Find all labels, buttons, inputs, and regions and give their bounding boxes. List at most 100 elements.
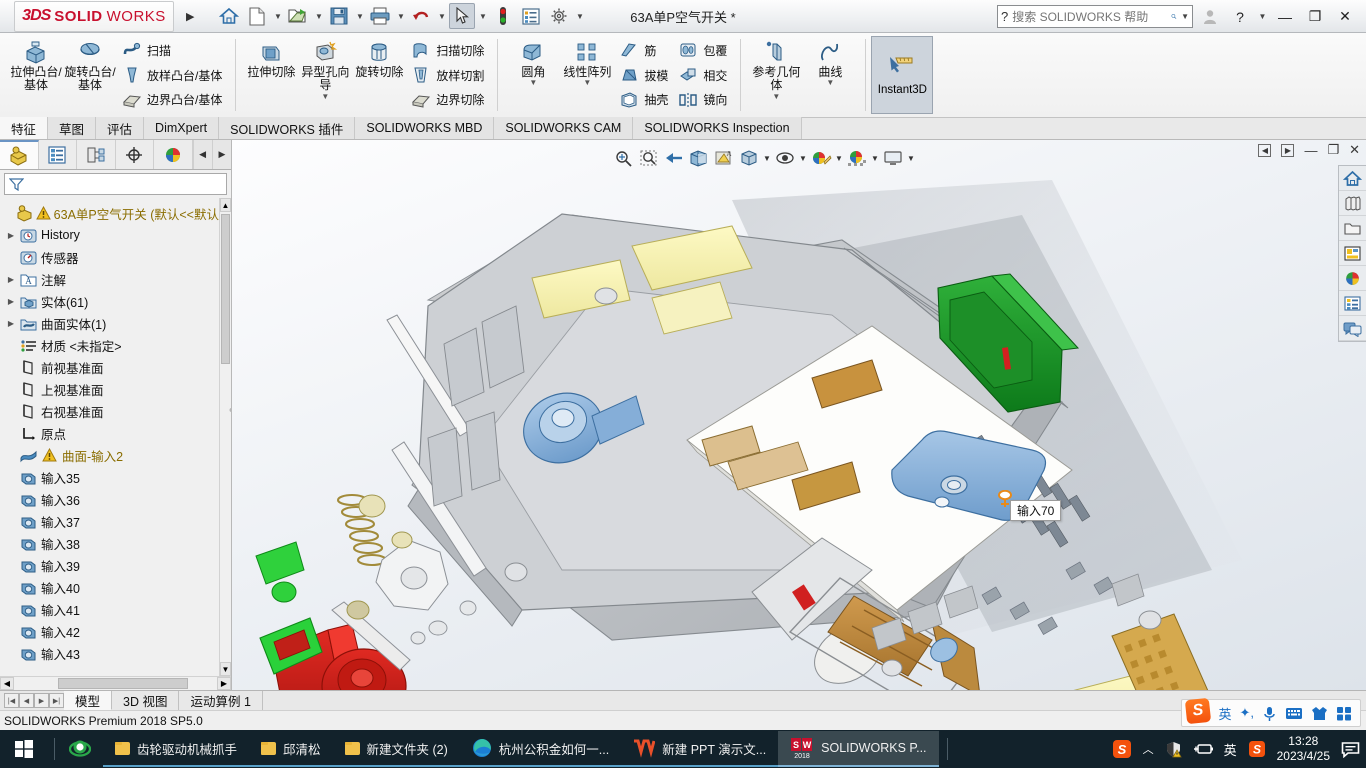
lofted-cut-button[interactable]: 放样切割 (408, 64, 487, 87)
doc-tab-motion-study[interactable]: 运动算例 1 (179, 691, 263, 710)
tree-item-import-36[interactable]: 输入36 (0, 488, 219, 510)
design-library-icon[interactable] (1339, 191, 1366, 216)
tray-chevron-icon[interactable]: ︿ (1143, 741, 1154, 757)
tree-item-import-39[interactable]: 输入39 (0, 554, 219, 576)
taskbar-item-edge-page[interactable]: 杭州公积金如何一... (459, 731, 622, 767)
zoom-to-fit-icon[interactable] (612, 146, 636, 170)
hide-show-dropdown-icon[interactable]: ▼ (798, 154, 808, 163)
tree-item-origin[interactable]: 原点 (0, 422, 219, 444)
display-style-icon[interactable] (737, 146, 761, 170)
filter-input[interactable] (28, 177, 222, 191)
tree-item-top-plane[interactable]: 上视基准面 (0, 378, 219, 400)
skin-icon[interactable] (1311, 706, 1328, 721)
section-view-icon[interactable] (687, 146, 711, 170)
tab-evaluate[interactable]: 评估 (96, 117, 145, 139)
help-icon[interactable]: ? (1227, 4, 1253, 30)
revolve-boss-button[interactable]: 旋转凸台/基体 (63, 35, 117, 115)
boundary-cut-button[interactable]: 边界切除 (408, 88, 487, 111)
restore-button[interactable]: ❐ (1302, 4, 1328, 30)
scroll-left-arrow-icon[interactable]: ◀ (0, 677, 14, 690)
tree-item-import-41[interactable]: 输入41 (0, 598, 219, 620)
curves-button[interactable]: 曲线 ▼ (803, 35, 857, 115)
draft-button[interactable]: 拔模 (616, 64, 671, 87)
taskbar-item-qiuqingsong[interactable]: 邱清松 (249, 731, 333, 767)
tree-item-front-plane[interactable]: 前视基准面 (0, 356, 219, 378)
view-settings-icon[interactable] (881, 146, 905, 170)
taskbar-item-solidworks[interactable]: S W 2018 SOLIDWORKS P... (778, 731, 939, 767)
feature-tree-vertical-scrollbar[interactable]: ▲ ▼ (219, 198, 231, 676)
tray-sogou-icon-2[interactable]: S (1248, 740, 1266, 758)
revolve-cut-button[interactable]: 旋转切除 (352, 35, 406, 115)
tree-twisty[interactable]: ▶ (4, 231, 18, 240)
search-icon[interactable] (1171, 9, 1177, 24)
ime-language-toggle[interactable]: 英 (1218, 704, 1231, 723)
tab-solidworks-mbd[interactable]: SOLIDWORKS MBD (355, 117, 495, 139)
ime-punctuation-toggle[interactable]: ✦, (1239, 705, 1254, 721)
custom-properties-icon[interactable] (1339, 291, 1366, 316)
view-palette-icon[interactable] (1339, 241, 1366, 266)
tab-solidworks-inspection[interactable]: SOLIDWORKS Inspection (633, 117, 802, 139)
tree-twisty[interactable]: ▶ (4, 319, 18, 328)
edit-appearance-icon[interactable] (809, 146, 833, 170)
scroll-down-arrow-icon[interactable]: ▼ (220, 662, 231, 676)
taskbar-item-ie[interactable] (61, 731, 103, 767)
display-manager-tab[interactable] (154, 140, 193, 169)
scroll-up-arrow-icon[interactable]: ▲ (220, 198, 231, 212)
viewport-prev-button[interactable]: ◀ (1258, 143, 1272, 157)
minimize-button[interactable]: — (1272, 4, 1298, 30)
next-tab-button[interactable]: ▶ (34, 693, 49, 708)
horizontal-scroll-thumb[interactable] (58, 678, 188, 689)
viewport-minimize-button[interactable]: — (1304, 143, 1317, 158)
taskbar-item-new-folder-2[interactable]: 新建文件夹 (2) (332, 731, 460, 767)
account-icon[interactable] (1197, 4, 1223, 30)
selection-callout[interactable]: 输入70 (1010, 500, 1062, 521)
tray-language-indicator[interactable]: 英 (1224, 740, 1237, 759)
extrude-boss-button[interactable]: 拉伸凸台/基体 (9, 35, 63, 115)
tree-item-import-42[interactable]: 输入42 (0, 620, 219, 642)
close-button[interactable]: ✕ (1332, 4, 1358, 30)
shell-button[interactable]: 抽壳 (616, 88, 671, 111)
taskbar-item-wps-ppt[interactable]: 新建 PPT 演示文... (621, 731, 779, 767)
linear-pattern-dropdown-icon[interactable]: ▼ (583, 78, 591, 88)
property-manager-tab[interactable] (38, 140, 77, 169)
viewport-next-button[interactable]: ▶ (1281, 143, 1295, 157)
graphics-viewport[interactable]: ◀ ▶ — ❐ ✕ A ▼ ▼ ▼ ▼ ▼ 输入70 (232, 140, 1366, 690)
mic-icon[interactable] (1262, 705, 1277, 722)
doc-tab-3dview[interactable]: 3D 视图 (112, 691, 180, 710)
notifications-icon[interactable] (1341, 741, 1360, 758)
solidworks-forum-icon[interactable] (1339, 316, 1366, 341)
security-shield-icon[interactable] (1165, 741, 1182, 758)
fillet-dropdown-icon[interactable]: ▼ (529, 78, 537, 88)
feature-manager-tab[interactable] (0, 140, 39, 169)
instant3d-button[interactable]: Instant3D (871, 36, 934, 114)
swept-cut-button[interactable]: 扫描切除 (408, 39, 487, 62)
keyboard-icon[interactable] (1285, 706, 1303, 720)
tree-item-import-37[interactable]: 输入37 (0, 510, 219, 532)
viewport-close-button[interactable]: ✕ (1349, 142, 1360, 158)
vertical-scroll-thumb[interactable] (221, 214, 230, 364)
manager-tab-scroll-left[interactable]: ◀ (192, 140, 212, 169)
hole-wizard-button[interactable]: 异型孔向导 ▼ (298, 35, 352, 115)
reference-geometry-dropdown-icon[interactable]: ▼ (772, 92, 780, 102)
dimxpert-manager-tab[interactable] (115, 140, 154, 169)
view-settings-dropdown-icon[interactable]: ▼ (906, 154, 916, 163)
apply-scene-dropdown-icon[interactable]: ▼ (870, 154, 880, 163)
tree-item-annotations[interactable]: ▶ A 注解 (0, 268, 219, 290)
feature-tree-filter[interactable] (4, 173, 227, 195)
sweep-button[interactable]: 扫描 (119, 39, 225, 62)
help-search-box[interactable]: ? ▼ (997, 5, 1193, 28)
tray-sogou-icon[interactable]: S (1112, 739, 1132, 759)
previous-view-icon[interactable] (662, 146, 686, 170)
windows-start-icon[interactable] (0, 730, 48, 768)
battery-icon[interactable] (1193, 742, 1213, 756)
sogou-logo-icon[interactable]: S (1185, 697, 1212, 725)
doc-tab-model[interactable]: 模型 (64, 691, 113, 710)
zoom-to-area-icon[interactable] (637, 146, 661, 170)
intersect-button[interactable]: 相交 (675, 64, 730, 87)
tree-item-surface-bodies[interactable]: ▶ 曲面实体(1) (0, 312, 219, 334)
tree-item-material[interactable]: 材质 <未指定> (0, 334, 219, 356)
tree-item-root[interactable]: 63A单P空气开关 (默认<<默认 (0, 202, 219, 224)
viewport-restore-button[interactable]: ❐ (1327, 142, 1339, 158)
search-input[interactable] (1012, 9, 1168, 24)
tree-twisty[interactable]: ▶ (4, 275, 18, 284)
